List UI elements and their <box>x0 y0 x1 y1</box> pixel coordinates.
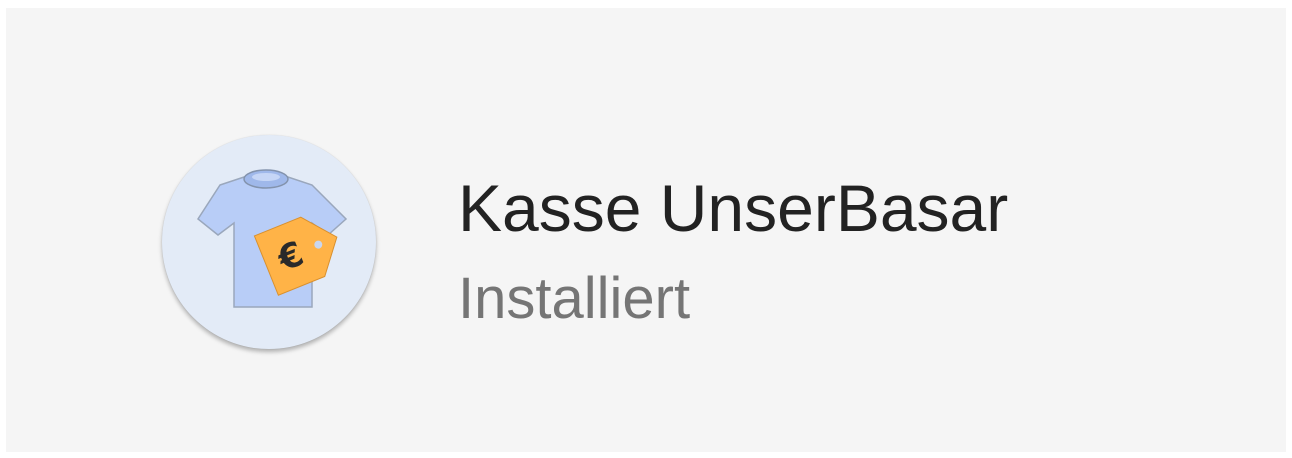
app-list-card: € Kasse UnserBasar Installiert <box>6 8 1286 452</box>
app-icon: € <box>162 135 376 349</box>
app-list-item[interactable]: € Kasse UnserBasar Installiert <box>6 8 1286 452</box>
install-status-label: Installiert <box>458 266 691 331</box>
shirt-price-tag-icon: € <box>197 169 348 308</box>
app-title: Kasse UnserBasar <box>458 171 1009 245</box>
